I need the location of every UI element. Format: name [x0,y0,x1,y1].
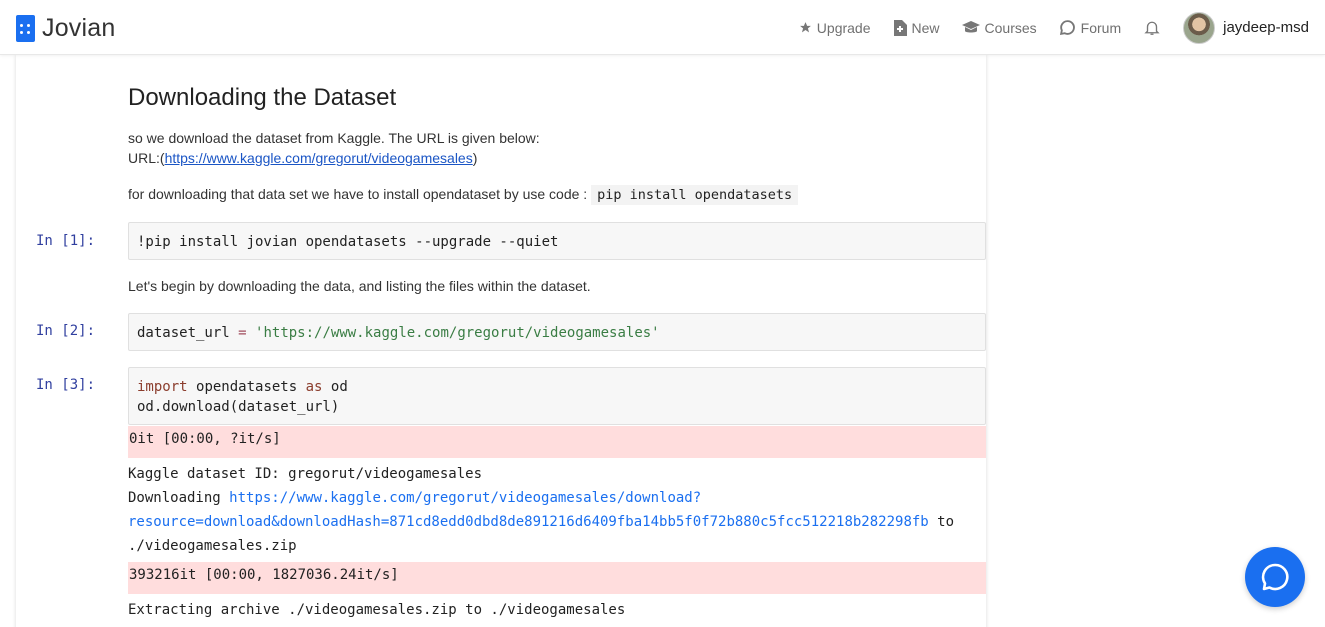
user-menu[interactable]: jaydeep-msd [1183,11,1309,44]
zip-file-line: ./videogamesales.zip [128,538,297,554]
cell-2-code[interactable]: dataset_url = 'https://www.kaggle.com/gr… [128,313,986,351]
bell-icon [1144,21,1160,35]
downloading-label: Downloading [128,490,221,506]
to-label: to [937,514,955,530]
code-alias: od [330,379,348,395]
upgrade-link[interactable]: Upgrade [799,20,871,36]
extract-line: Extracting archive ./videogamesales.zip … [128,602,626,618]
courses-label: Courses [984,19,1037,36]
notebook-container: Downloading the Dataset so we download t… [16,55,986,627]
section-heading: Downloading the Dataset [128,84,397,111]
graduation-cap-icon [961,20,980,32]
url-suffix: ) [472,150,478,166]
jovian-logo-icon [16,15,35,42]
nav-menu: Upgrade New Courses Forum jaydeep-msd [777,0,1309,55]
code-line-2: od.download(dataset_url) [137,399,340,415]
logo-text: Jovian [42,14,116,42]
jovian-logo[interactable]: Jovian [16,14,115,43]
code-module: opendatasets [196,379,298,395]
forum-bubble-icon [1059,20,1075,36]
download-link-1[interactable]: https://www.kaggle.com/gregorut/videogam… [229,490,701,506]
code-keyword-import: import [137,379,188,395]
cell-2-prompt: In [2]: [36,323,96,339]
stderr-output-2: 393216it [00:00, 1827036.24it/s] [128,562,986,594]
url-prefix: URL:( [128,150,165,166]
url-line: URL:(https://www.kaggle.com/gregorut/vid… [128,148,540,168]
upgrade-label: Upgrade [816,19,871,36]
downloading-line: Downloading https://www.kaggle.com/grego… [128,486,986,510]
code-string: 'https://www.kaggle.com/gregorut/videoga… [255,325,660,341]
markdown-install: for downloading that data set we have to… [128,184,799,205]
cell-3-code[interactable]: import opendatasets as od od.download(da… [128,367,986,425]
new-file-icon [893,19,907,36]
code-variable: dataset_url [137,325,230,341]
top-navbar: Jovian Upgrade New Courses Forum jaydeep… [0,0,1325,55]
star-icon [799,22,811,33]
kaggle-dataset-link[interactable]: https://www.kaggle.com/gregorut/videogam… [165,150,473,166]
forum-label: Forum [1080,19,1122,36]
code-keyword-as: as [305,379,323,395]
intro-text: so we download the dataset from Kaggle. … [128,130,540,146]
chat-icon [1261,563,1289,591]
install-text: for downloading that data set we have to… [128,186,588,202]
markdown-begin: Let's begin by downloading the data, and… [128,278,591,294]
stderr-output-1: 0it [00:00, ?it/s] [128,426,986,458]
avatar [1183,11,1216,44]
downloading-line-2: resource=download&downloadHash=871cd8edd… [128,510,986,534]
download-link-2[interactable]: resource=download&downloadHash=871cd8edd… [128,514,929,530]
cell-3-prompt: In [3]: [36,377,96,393]
courses-link[interactable]: Courses [961,19,1037,36]
notifications-button[interactable] [1143,18,1161,37]
cell-1-code[interactable]: !pip install jovian opendatasets --upgra… [128,222,986,260]
dataset-id-line: Kaggle dataset ID: gregorut/videogamesal… [128,466,483,482]
stdout-output: Kaggle dataset ID: gregorut/videogamesal… [128,462,986,558]
username: jaydeep-msd [1223,19,1309,36]
cell-1-prompt: In [1]: [36,233,96,249]
chat-support-button[interactable] [1245,547,1305,607]
markdown-intro: so we download the dataset from Kaggle. … [128,128,540,168]
forum-link[interactable]: Forum [1059,19,1121,36]
code-operator: = [238,325,247,341]
new-label: New [911,19,940,36]
new-link[interactable]: New [893,19,940,36]
install-inline-code: pip install opendatasets [591,185,799,205]
